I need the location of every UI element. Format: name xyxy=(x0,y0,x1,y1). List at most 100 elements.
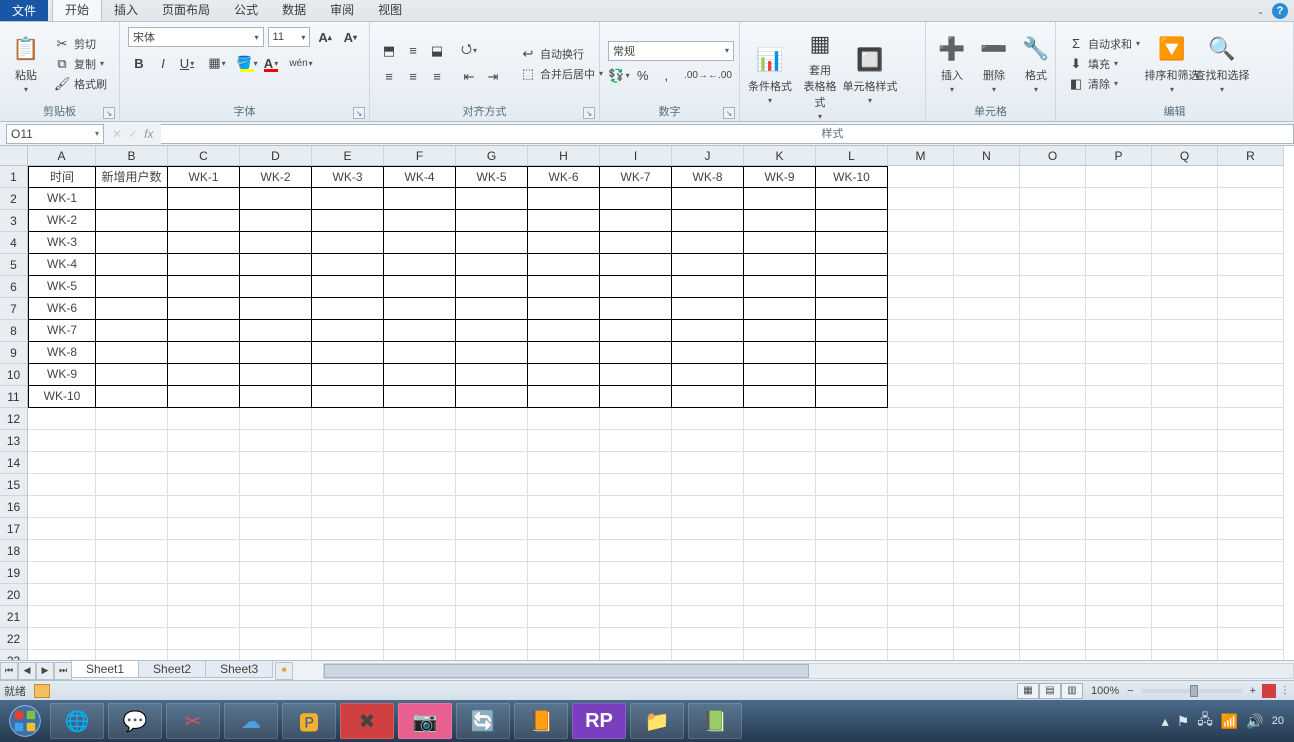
cell-H9[interactable] xyxy=(528,342,600,364)
cell-K9[interactable] xyxy=(744,342,816,364)
cell-R17[interactable] xyxy=(1218,518,1284,540)
cell-B7[interactable] xyxy=(96,298,168,320)
cell-B4[interactable] xyxy=(96,232,168,254)
cell-J2[interactable] xyxy=(672,188,744,210)
cell-P9[interactable] xyxy=(1086,342,1152,364)
cell-M20[interactable] xyxy=(888,584,954,606)
cell-J12[interactable] xyxy=(672,408,744,430)
cell-D12[interactable] xyxy=(240,408,312,430)
cell-Q2[interactable] xyxy=(1152,188,1218,210)
row-header-20[interactable]: 20 xyxy=(0,584,28,606)
cell-M1[interactable] xyxy=(888,166,954,188)
taskbar-app-9[interactable]: 📙 xyxy=(514,703,568,739)
cell-K23[interactable] xyxy=(744,650,816,660)
cell-G13[interactable] xyxy=(456,430,528,452)
taskbar-app-7[interactable]: 📷 xyxy=(398,703,452,739)
cell-J20[interactable] xyxy=(672,584,744,606)
increase-decimal-icon[interactable]: .00→ xyxy=(685,65,707,87)
cell-A5[interactable]: WK-4 xyxy=(28,254,96,276)
cell-K12[interactable] xyxy=(744,408,816,430)
cell-G7[interactable] xyxy=(456,298,528,320)
cell-C22[interactable] xyxy=(168,628,240,650)
align-middle-icon[interactable]: ≡ xyxy=(402,40,424,62)
cell-C7[interactable] xyxy=(168,298,240,320)
cell-C15[interactable] xyxy=(168,474,240,496)
cell-O13[interactable] xyxy=(1020,430,1086,452)
col-header-B[interactable]: B xyxy=(96,146,168,166)
row-header-15[interactable]: 15 xyxy=(0,474,28,496)
taskbar-app-8[interactable]: 🔄 xyxy=(456,703,510,739)
cell-F22[interactable] xyxy=(384,628,456,650)
cell-A17[interactable] xyxy=(28,518,96,540)
cell-P1[interactable] xyxy=(1086,166,1152,188)
cell-I23[interactable] xyxy=(600,650,672,660)
cell-F17[interactable] xyxy=(384,518,456,540)
cell-L13[interactable] xyxy=(816,430,888,452)
tab-file[interactable]: 文件 xyxy=(0,0,48,21)
cell-N8[interactable] xyxy=(954,320,1020,342)
cell-P16[interactable] xyxy=(1086,496,1152,518)
cell-O17[interactable] xyxy=(1020,518,1086,540)
copy-button[interactable]: ⧉复制▾ xyxy=(50,55,111,73)
cell-B1[interactable]: 新增用户数 xyxy=(96,166,168,188)
zoom-level[interactable]: 100% xyxy=(1091,685,1119,697)
cell-E20[interactable] xyxy=(312,584,384,606)
cell-I16[interactable] xyxy=(600,496,672,518)
zoom-slider[interactable] xyxy=(1142,689,1242,693)
cell-O22[interactable] xyxy=(1020,628,1086,650)
cell-E11[interactable] xyxy=(312,386,384,408)
cell-N17[interactable] xyxy=(954,518,1020,540)
cell-Q12[interactable] xyxy=(1152,408,1218,430)
cell-P5[interactable] xyxy=(1086,254,1152,276)
cell-D18[interactable] xyxy=(240,540,312,562)
cell-J14[interactable] xyxy=(672,452,744,474)
cell-M17[interactable] xyxy=(888,518,954,540)
cell-A13[interactable] xyxy=(28,430,96,452)
cell-J8[interactable] xyxy=(672,320,744,342)
cell-L9[interactable] xyxy=(816,342,888,364)
cell-H10[interactable] xyxy=(528,364,600,386)
decrease-indent-icon[interactable]: ⇤ xyxy=(458,66,480,88)
cell-M12[interactable] xyxy=(888,408,954,430)
cell-H20[interactable] xyxy=(528,584,600,606)
cell-H3[interactable] xyxy=(528,210,600,232)
cell-B18[interactable] xyxy=(96,540,168,562)
row-header-10[interactable]: 10 xyxy=(0,364,28,386)
cell-Q22[interactable] xyxy=(1152,628,1218,650)
tray-network-icon[interactable]: 🖧 xyxy=(1197,709,1213,733)
cell-G8[interactable] xyxy=(456,320,528,342)
font-launcher[interactable]: ↘ xyxy=(353,107,365,119)
cell-M6[interactable] xyxy=(888,276,954,298)
cell-P3[interactable] xyxy=(1086,210,1152,232)
cell-I19[interactable] xyxy=(600,562,672,584)
cell-R22[interactable] xyxy=(1218,628,1284,650)
cell-P23[interactable] xyxy=(1086,650,1152,660)
cell-I12[interactable] xyxy=(600,408,672,430)
cell-K7[interactable] xyxy=(744,298,816,320)
cell-D22[interactable] xyxy=(240,628,312,650)
cell-A16[interactable] xyxy=(28,496,96,518)
cell-H15[interactable] xyxy=(528,474,600,496)
cell-N10[interactable] xyxy=(954,364,1020,386)
cell-K14[interactable] xyxy=(744,452,816,474)
cell-H11[interactable] xyxy=(528,386,600,408)
cell-J16[interactable] xyxy=(672,496,744,518)
cell-A7[interactable]: WK-6 xyxy=(28,298,96,320)
cell-P6[interactable] xyxy=(1086,276,1152,298)
cell-C13[interactable] xyxy=(168,430,240,452)
cell-R14[interactable] xyxy=(1218,452,1284,474)
cell-C3[interactable] xyxy=(168,210,240,232)
align-bottom-icon[interactable]: ⬓ xyxy=(426,40,448,62)
cell-B14[interactable] xyxy=(96,452,168,474)
cell-G22[interactable] xyxy=(456,628,528,650)
cell-O20[interactable] xyxy=(1020,584,1086,606)
cell-O1[interactable] xyxy=(1020,166,1086,188)
cell-G10[interactable] xyxy=(456,364,528,386)
cell-M4[interactable] xyxy=(888,232,954,254)
row-header-22[interactable]: 22 xyxy=(0,628,28,650)
tab-review[interactable]: 审阅 xyxy=(318,0,366,21)
cell-L7[interactable] xyxy=(816,298,888,320)
col-header-N[interactable]: N xyxy=(954,146,1020,166)
autosum-button[interactable]: Σ自动求和▾ xyxy=(1064,35,1144,53)
col-header-C[interactable]: C xyxy=(168,146,240,166)
